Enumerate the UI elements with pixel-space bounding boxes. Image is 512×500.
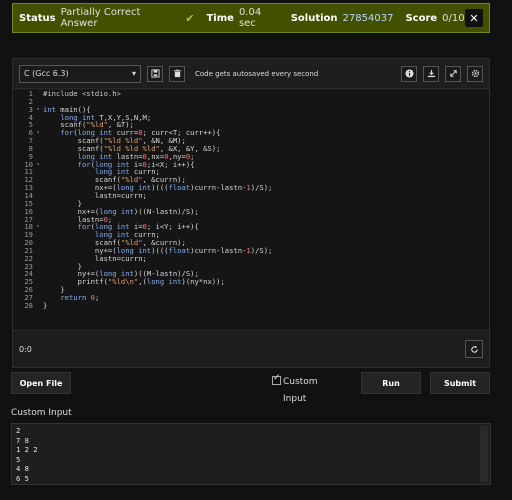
line-number: 28 — [24, 300, 33, 310]
custom-input-label: Custom Input — [11, 408, 72, 418]
fold-gutter — [33, 176, 43, 184]
expand-icon — [449, 70, 457, 77]
editor-status-bar: 0:0 — [13, 330, 489, 367]
reset-code-button[interactable] — [465, 340, 483, 358]
download-icon — [427, 69, 435, 78]
fold-gutter — [33, 302, 43, 310]
code-line: 27 return 0; — [13, 294, 489, 302]
status-label: Status — [19, 12, 56, 24]
fold-gutter — [33, 270, 43, 278]
close-icon[interactable]: ✕ — [465, 9, 483, 27]
custom-input-value: 2 7 8 1 2 2 5 4 8 6 5 2 0 1 — [16, 426, 38, 484]
gear-icon — [471, 69, 479, 78]
code-editor[interactable]: 1 #include <stdio.h> 2 3 ▾ int main(){4 long … — [13, 90, 489, 330]
fold-gutter — [33, 98, 43, 106]
time-label: Time — [206, 12, 234, 24]
save-icon — [150, 69, 160, 78]
autosave-note: Code gets autosaved every second — [195, 69, 319, 78]
check-icon: ✔ — [185, 11, 195, 25]
time-value: 0.04 sec — [238, 7, 262, 29]
download-button[interactable] — [423, 65, 439, 82]
editor-toolbar: C (Gcc 6.3) ▾ Code gets autosaved every … — [13, 59, 489, 89]
fold-gutter — [33, 208, 43, 216]
code-line: 28} — [13, 300, 489, 310]
language-select[interactable]: C (Gcc 6.3) ▾ — [19, 64, 141, 83]
fold-toggle-icon[interactable]: ▾ — [33, 223, 43, 231]
custom-input-checkbox[interactable]: Custom Input — [272, 373, 335, 408]
refresh-icon — [470, 345, 478, 353]
delete-button[interactable] — [169, 65, 185, 82]
fold-toggle-icon[interactable]: ▾ — [33, 129, 43, 137]
info-button[interactable] — [401, 65, 417, 82]
fold-gutter — [33, 168, 43, 176]
fold-gutter — [33, 192, 43, 200]
save-button[interactable] — [147, 65, 163, 82]
fullscreen-button[interactable] — [445, 65, 461, 82]
fold-gutter — [33, 255, 43, 263]
info-icon — [404, 69, 414, 78]
fold-gutter — [33, 145, 43, 153]
code-line: 14 lastn=currn; — [13, 192, 489, 200]
trash-icon — [173, 69, 181, 78]
status-value: Partially Correct Answer — [60, 7, 141, 29]
code-text: return 0; — [60, 292, 100, 302]
code-text: } — [43, 300, 48, 310]
code-editor-panel: C (Gcc 6.3) ▾ Code gets autosaved every … — [12, 58, 490, 368]
settings-button[interactable] — [467, 65, 483, 82]
fold-gutter — [33, 263, 43, 271]
fold-gutter — [33, 247, 43, 255]
fold-gutter — [33, 239, 43, 247]
fold-gutter — [33, 137, 43, 145]
code-line: 1 #include <stdio.h> — [13, 90, 489, 98]
open-file-button[interactable]: Open File — [11, 372, 71, 394]
submission-status-bar: Status Partially Correct Answer ✔ Time 0… — [12, 3, 490, 33]
chevron-down-icon: ▾ — [131, 69, 136, 78]
fold-toggle-icon[interactable]: ▾ — [33, 106, 43, 114]
editor-toolbar-right — [401, 65, 483, 82]
fold-gutter — [33, 200, 43, 208]
fold-gutter — [33, 114, 43, 122]
fold-toggle-icon[interactable]: ▾ — [33, 161, 43, 169]
fold-gutter — [33, 184, 43, 192]
fold-gutter — [33, 286, 43, 294]
fold-gutter — [33, 153, 43, 161]
fold-gutter — [33, 121, 43, 129]
solution-label: Solution — [290, 12, 338, 24]
run-button[interactable]: Run — [361, 372, 421, 394]
cursor-position: 0:0 — [19, 344, 32, 354]
code-text: printf("%ld\n",(long int)(ny*nx)); — [43, 277, 225, 287]
checkbox-box[interactable] — [272, 373, 281, 385]
fold-gutter — [33, 294, 43, 302]
submit-button[interactable]: Submit — [430, 372, 490, 394]
solution-link[interactable]: 27854037 — [343, 13, 394, 24]
fold-gutter — [33, 90, 43, 98]
code-text: #include <stdio.h> — [43, 90, 121, 98]
custom-input-scrollbar[interactable] — [480, 426, 488, 482]
code-line: 25 printf("%ld\n",(long int)(ny*nx)); — [13, 278, 489, 286]
code-line: 22 lastn=currn; — [13, 254, 489, 263]
custom-input-textarea[interactable]: 2 7 8 1 2 2 5 4 8 6 5 2 0 1 — [11, 423, 491, 485]
fold-gutter — [33, 231, 43, 239]
score-label: Score — [405, 12, 438, 24]
fold-gutter — [33, 216, 43, 224]
custom-input-checkbox-label: Custom Input — [283, 377, 318, 404]
language-select-value: C (Gcc 6.3) — [24, 69, 69, 78]
fold-gutter — [33, 278, 43, 286]
